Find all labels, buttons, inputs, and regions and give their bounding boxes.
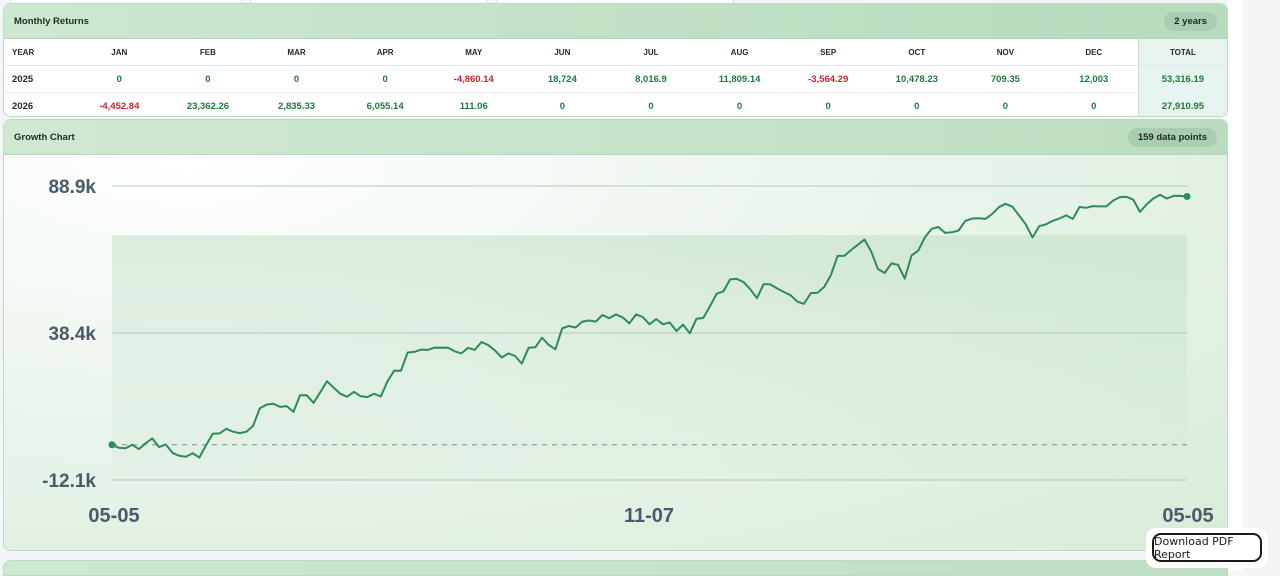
table-header-row: YEAR JAN FEB MAR APR MAY JUN JUL AUG SEP… xyxy=(4,39,1227,66)
col-header-sep: SEP xyxy=(783,39,873,66)
col-header-jan: JAN xyxy=(75,39,164,66)
cell-oct: 0 xyxy=(872,92,962,116)
series-start-point xyxy=(108,441,116,449)
cell-jan: -4,452.84 xyxy=(75,92,164,116)
table-row: 2026 -4,452.84 23,362.26 2,835.33 6,055.14 11… xyxy=(4,92,1227,116)
cell-apr: 0 xyxy=(340,65,430,93)
x-tick-label: 05-05 xyxy=(88,505,139,527)
cell-jul: 8,016.9 xyxy=(606,65,696,93)
cell-dec: 0 xyxy=(1049,92,1139,116)
cell-apr: 6,055.14 xyxy=(340,92,430,116)
y-tick-label: 38.4k xyxy=(48,324,96,345)
col-header-dec: DEC xyxy=(1049,39,1139,66)
cell-feb: 23,362.26 xyxy=(163,92,253,116)
cell-year: 2025 xyxy=(4,65,75,93)
download-pdf-button[interactable]: Download PDF Report xyxy=(1152,533,1262,562)
x-tick-label: 11-07 xyxy=(624,505,674,527)
x-tick-label: 05-05 xyxy=(1162,505,1213,527)
col-header-jun: JUN xyxy=(518,39,607,66)
cell-year: 2026 xyxy=(4,92,75,116)
cell-nov: 0 xyxy=(961,92,1050,116)
cell-aug: 11,809.14 xyxy=(695,65,784,93)
cell-feb: 0 xyxy=(163,65,253,93)
cell-may: -4,860.14 xyxy=(429,65,519,93)
col-header-nov: NOV xyxy=(961,39,1050,66)
col-header-year: YEAR xyxy=(4,39,75,66)
col-header-apr: APR xyxy=(340,39,430,66)
cell-mar: 0 xyxy=(252,65,341,93)
monthly-returns-table: YEAR JAN FEB MAR APR MAY JUN JUL AUG SEP… xyxy=(4,39,1227,116)
next-card-header xyxy=(3,560,1228,576)
chart-shaded-band xyxy=(112,235,1187,480)
cell-sep: -3,564.29 xyxy=(783,65,873,93)
monthly-returns-card: Monthly Returns 2 years YEAR JAN FEB MAR… xyxy=(3,3,1228,117)
cell-oct: 10,478.23 xyxy=(872,65,962,93)
col-header-aug: AUG xyxy=(695,39,784,66)
col-header-feb: FEB xyxy=(163,39,253,66)
scroll-gutter xyxy=(1228,0,1242,571)
col-header-mar: MAR xyxy=(252,39,341,66)
col-header-total: TOTAL xyxy=(1137,39,1227,66)
series-end-point xyxy=(1183,192,1191,200)
cell-dec: 12,003 xyxy=(1049,65,1139,93)
cell-sep: 0 xyxy=(783,92,873,116)
cell-total: 27,910.95 xyxy=(1137,92,1227,116)
cell-mar: 2,835.33 xyxy=(252,92,341,116)
cell-may: 111.06 xyxy=(429,92,519,116)
monthly-returns-header: Monthly Returns 2 years xyxy=(4,4,1227,39)
cell-jun: 0 xyxy=(518,92,607,116)
growth-chart-card: Growth Chart 159 data points 88.9k 38.4k -… xyxy=(3,119,1228,551)
cell-jan: 0 xyxy=(75,65,164,93)
cell-jul: 0 xyxy=(606,92,696,116)
y-tick-label: -12.1k xyxy=(42,471,96,492)
col-header-jul: JUL xyxy=(606,39,696,66)
monthly-returns-title: Monthly Returns xyxy=(14,15,89,27)
cell-nov: 709.35 xyxy=(961,65,1050,93)
cell-aug: 0 xyxy=(695,92,784,116)
cell-total: 53,316.19 xyxy=(1137,65,1227,93)
growth-line-chart: 88.9k 38.4k -12.1k 05-05 11-07 05-05 xyxy=(42,177,1213,527)
cell-jun: 18,724 xyxy=(518,65,607,93)
col-header-oct: OCT xyxy=(872,39,962,66)
table-row: 2025 0 0 0 0 -4,860.14 18,724 8,016.9 11,809.14-… xyxy=(4,65,1227,93)
y-tick-label: 88.9k xyxy=(48,177,96,198)
years-badge: 2 years xyxy=(1164,11,1217,31)
col-header-may: MAY xyxy=(429,39,519,66)
